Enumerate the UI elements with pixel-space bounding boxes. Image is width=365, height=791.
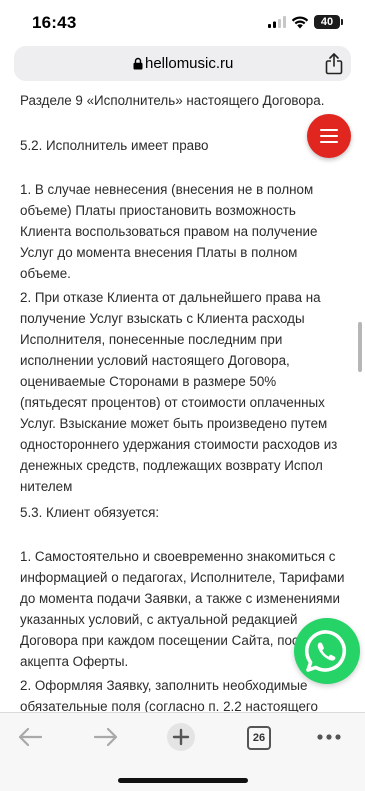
url-text[interactable]: hellomusic.ru	[145, 55, 233, 72]
text-line: Разделе 9 «Исполнитель» настоящего Догов…	[20, 93, 325, 108]
status-time: 16:43	[32, 13, 77, 32]
address-bar[interactable]: hellomusic.ru	[14, 46, 351, 81]
clause-5-2-heading: 5.2. Исполнитель имеет право	[20, 138, 209, 153]
whatsapp-icon	[305, 630, 347, 672]
scrollbar-thumb[interactable]	[358, 322, 362, 372]
status-bar: 16:43 40	[0, 0, 365, 46]
more-options-icon[interactable]	[315, 723, 343, 751]
menu-bar	[320, 129, 338, 132]
battery-tip	[341, 19, 343, 25]
clause-5-3-heading: 5.3. Клиент обязуется:	[20, 505, 160, 520]
back-arrow-icon[interactable]	[17, 723, 43, 751]
home-indicator	[118, 778, 248, 783]
cellular-signal-icon	[268, 16, 286, 28]
share-icon[interactable]	[325, 53, 343, 75]
wifi-icon	[291, 16, 309, 29]
new-tab-plus-icon[interactable]	[166, 722, 196, 752]
forward-arrow-icon[interactable]	[93, 723, 119, 751]
tabs-count-button[interactable]: 26	[247, 726, 271, 750]
whatsapp-button[interactable]	[294, 618, 360, 684]
clause-5-2-1: 1. В случае невнесения (внесения не в по…	[20, 182, 318, 281]
menu-button[interactable]	[307, 114, 351, 158]
menu-bar	[320, 135, 338, 138]
menu-bar	[320, 141, 338, 144]
lock-icon	[133, 57, 143, 70]
clause-5-2-2: 2. При отказе Клиента от дальнейшего пра…	[20, 290, 338, 494]
battery-level: 40	[314, 15, 340, 29]
